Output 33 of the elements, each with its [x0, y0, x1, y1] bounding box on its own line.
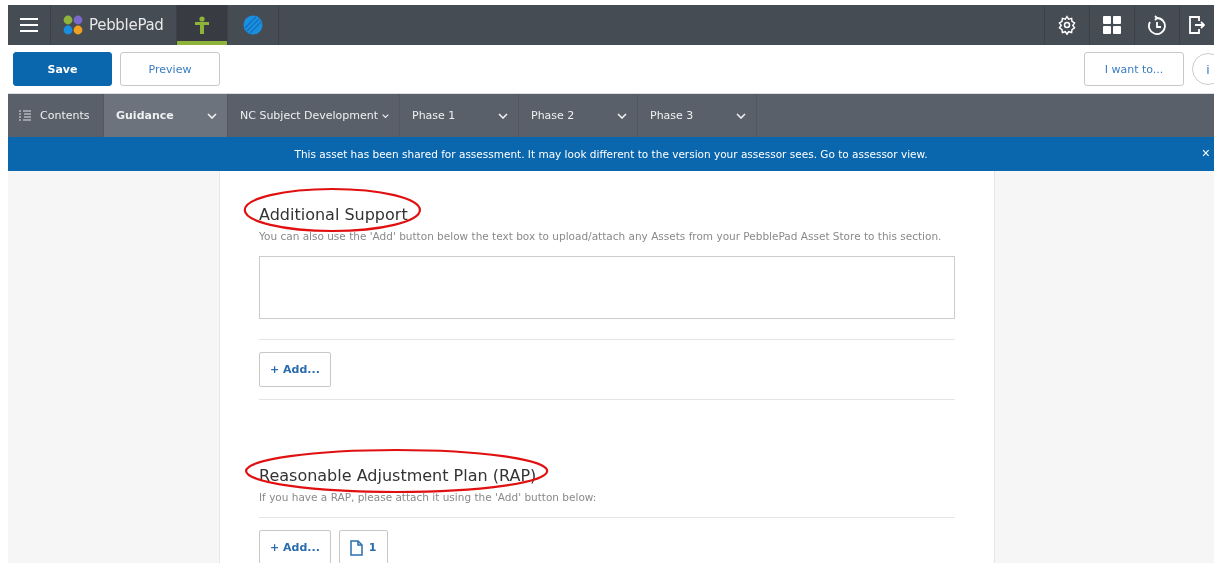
app-tab[interactable]	[176, 5, 228, 45]
chevron-down-icon	[498, 112, 508, 119]
history-icon	[1148, 15, 1166, 35]
section-title: Additional Support	[259, 205, 408, 224]
chevron-down-icon	[207, 112, 217, 119]
logout-icon	[1189, 16, 1205, 34]
chevron-down-icon	[382, 112, 389, 119]
add-button[interactable]: + Add...	[259, 530, 331, 563]
chevron-down-icon	[736, 112, 746, 119]
menu-icon	[20, 18, 38, 32]
attachment-count: 1	[368, 541, 377, 554]
preview-button[interactable]: Preview	[120, 52, 220, 86]
info-button[interactable]: i	[1192, 53, 1214, 85]
text-field[interactable]	[259, 256, 955, 319]
globe-icon	[242, 15, 263, 35]
save-button[interactable]: Save	[13, 52, 112, 86]
brand-name: PebblePad	[89, 16, 164, 34]
section-description: If you have a RAP, please attach it using the 'Add' button below:	[259, 491, 598, 503]
add-button[interactable]: + Add...	[259, 352, 331, 387]
chevron-down-icon	[617, 112, 627, 119]
grid-icon	[1103, 16, 1121, 34]
banner-message: This asset has been shared for assessment. It may look different to the version your assessor sees. Go to assessor view.	[294, 148, 928, 160]
nav-tab[interactable]: Guidance	[104, 94, 228, 137]
settings-icon	[1057, 15, 1077, 35]
close-button[interactable]: ×	[1201, 145, 1210, 161]
attachment-button[interactable]: 1	[338, 530, 388, 563]
logo-icon	[63, 15, 83, 35]
i-want-to-button[interactable]: I want to...	[1084, 52, 1184, 86]
person-icon	[194, 16, 209, 34]
file-icon	[349, 539, 363, 556]
section-description: You can also use the 'Add' button below the text box to upload/attach any Assets from your PebblePad Asset Store to this section.	[259, 230, 943, 242]
list-icon	[18, 109, 32, 122]
section-title: Reasonable Adjustment Plan (RAP)	[259, 466, 537, 485]
